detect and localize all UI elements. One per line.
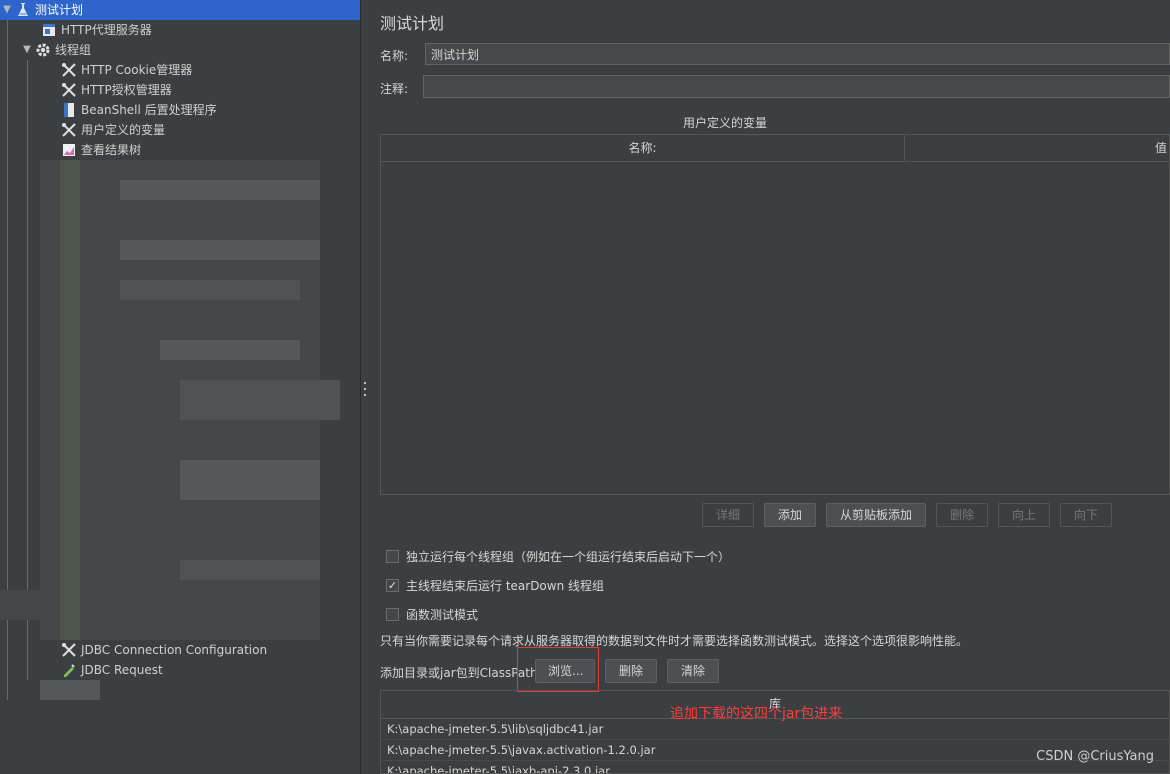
wrench-icon (60, 81, 78, 99)
annotation-highlight-box (517, 647, 599, 692)
redacted-region (180, 560, 320, 580)
script-icon (60, 101, 78, 119)
tree-item-cookie-manager[interactable]: HTTP Cookie管理器 (60, 60, 192, 80)
name-field[interactable] (425, 43, 1170, 65)
checkbox-label: 函数测试模式 (406, 608, 479, 622)
tree-item-label: JDBC Connection Configuration (81, 643, 268, 657)
test-plan-panel: 测试计划 名称: 注释: 用户定义的变量 名称: 值 详细 添加 从剪贴板添加 … (370, 0, 1170, 774)
tree-item-test-plan[interactable]: ▼ 测试计划 (0, 0, 360, 20)
redacted-region (0, 590, 40, 620)
teardown-after-shutdown-option[interactable]: ✓ 主线程结束后运行 tearDown 线程组 (386, 577, 604, 594)
panel-splitter[interactable] (360, 0, 370, 774)
name-label: 名称: (380, 49, 409, 63)
tree-item-label: 线程组 (55, 43, 92, 57)
functional-test-mode-option[interactable]: 函数测试模式 (386, 606, 478, 623)
teardown-after-shutdown-checkbox[interactable]: ✓ (386, 579, 399, 592)
column-header-value[interactable]: 值 (905, 135, 1169, 161)
page-title: 测试计划 (380, 14, 445, 33)
splitter-handle-icon (364, 382, 367, 396)
table-header: 名称: 值 (381, 135, 1169, 162)
chart-icon (60, 141, 78, 159)
tree-item-label: HTTP授权管理器 (81, 83, 172, 97)
wrench-icon (60, 121, 78, 139)
run-groups-consecutively-option[interactable]: 独立运行每个线程组（例如在一个组运行结束后启动下一个） (386, 548, 730, 565)
redacted-region (180, 380, 340, 420)
delete-var-button[interactable]: 删除 (936, 503, 988, 527)
chevron-down-icon[interactable]: ▼ (0, 0, 14, 20)
tree-item-jdbc-config[interactable]: JDBC Connection Configuration (60, 640, 267, 660)
tree-item-jdbc-request[interactable]: JDBC Request (60, 660, 163, 680)
add-from-clipboard-button[interactable]: 从剪贴板添加 (826, 503, 926, 527)
tree-item-label: 用户定义的变量 (81, 123, 166, 137)
redacted-region (60, 160, 80, 640)
classpath-label: 添加目录或jar包到ClassPath (380, 666, 538, 680)
tree-guide-line (27, 60, 28, 680)
redacted-region (120, 280, 300, 300)
comment-label: 注释: (380, 82, 409, 96)
clear-classpath-button[interactable]: 清除 (667, 659, 719, 683)
chevron-down-icon[interactable]: ▼ (20, 40, 34, 60)
red-annotation-text: 追加下载的这四个jar包进来 (670, 706, 843, 722)
tree-item-label: 测试计划 (35, 3, 84, 17)
tree-item-http-proxy[interactable]: HTTP代理服务器 (40, 20, 152, 40)
watermark: CSDN @CriusYang (1036, 749, 1154, 764)
jmeter-window: ▼ 测试计划 HTTP代理服务器 ▼ 线程组 HTTP Cookie管理器 HT… (0, 0, 1170, 774)
redacted-region (120, 180, 320, 200)
functional-mode-info: 只有当你需要记录每个请求从服务器取得的数据到文件时才需要选择函数测试模式。选择这… (380, 634, 969, 648)
tree-item-label: HTTP Cookie管理器 (81, 63, 193, 77)
checkbox-label: 独立运行每个线程组（例如在一个组运行结束后启动下一个） (406, 550, 731, 564)
move-up-button[interactable]: 向上 (998, 503, 1050, 527)
http-proxy-icon (40, 21, 58, 39)
test-plan-icon (14, 1, 32, 19)
tree-item-result-tree[interactable]: 查看结果树 (60, 140, 141, 160)
add-button[interactable]: 添加 (764, 503, 816, 527)
run-groups-consecutively-checkbox[interactable] (386, 550, 399, 563)
tree-item-label: 查看结果树 (81, 143, 142, 157)
tree-item-label: HTTP代理服务器 (61, 23, 152, 37)
tree-item-beanshell[interactable]: BeanShell 后置处理程序 (60, 100, 217, 120)
tree-item-auth-manager[interactable]: HTTP授权管理器 (60, 80, 172, 100)
redacted-region (120, 240, 320, 260)
user-vars-table[interactable]: 名称: 值 (380, 134, 1170, 495)
functional-test-mode-checkbox[interactable] (386, 608, 399, 621)
tree-item-label: BeanShell 后置处理程序 (81, 103, 217, 117)
wrench-icon (60, 61, 78, 79)
checkbox-label: 主线程结束后运行 tearDown 线程组 (406, 579, 605, 593)
move-down-button[interactable]: 向下 (1060, 503, 1112, 527)
tree-item-label: JDBC Request (81, 663, 163, 677)
delete-classpath-button[interactable]: 删除 (605, 659, 657, 683)
column-header-name[interactable]: 名称: (381, 135, 905, 161)
user-vars-caption: 用户定义的变量 (682, 116, 767, 130)
comment-field[interactable] (423, 75, 1170, 98)
tree-item-thread-group[interactable]: ▼ 线程组 (20, 40, 91, 60)
redacted-region (160, 340, 300, 360)
redacted-region (40, 680, 100, 700)
gear-icon (34, 41, 52, 59)
test-tree-panel: ▼ 测试计划 HTTP代理服务器 ▼ 线程组 HTTP Cookie管理器 HT… (0, 0, 360, 774)
detail-button[interactable]: 详细 (702, 503, 754, 527)
pipette-icon (60, 661, 78, 679)
vars-button-row: 详细 添加 从剪贴板添加 删除 向上 向下 (702, 503, 1112, 527)
redacted-region (180, 460, 320, 500)
wrench-icon (60, 641, 78, 659)
tree-item-user-vars[interactable]: 用户定义的变量 (60, 120, 165, 140)
